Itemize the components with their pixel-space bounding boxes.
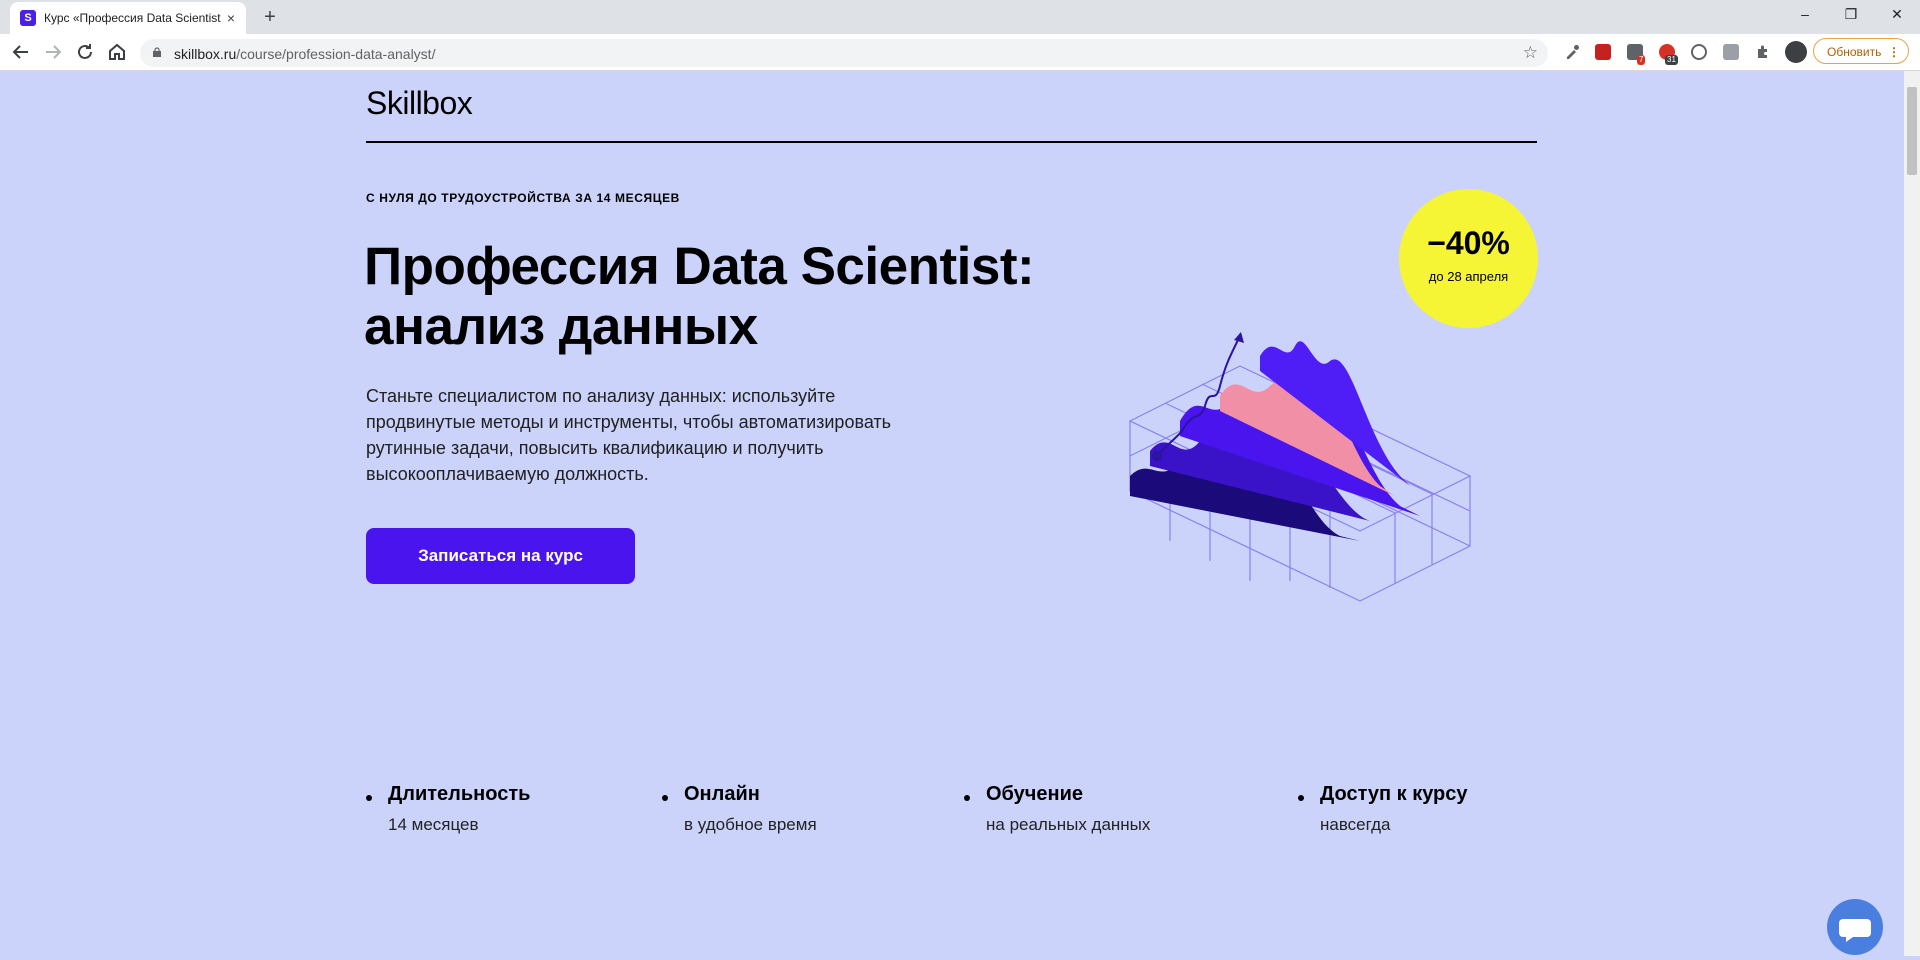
- forward-arrow-icon[interactable]: [41, 40, 65, 64]
- back-arrow-icon[interactable]: [9, 40, 33, 64]
- lock-icon: [153, 47, 161, 57]
- tab-title: Курс «Профессия Data Scientist: [44, 11, 221, 25]
- url-text: skillbox.ru/course/profession-data-analy…: [174, 46, 435, 62]
- skillbox-favicon-icon: S: [20, 10, 36, 26]
- profile-avatar[interactable]: [1785, 41, 1807, 63]
- menu-dots-icon[interactable]: ⋮: [1888, 39, 1900, 65]
- bullet-icon: [366, 795, 372, 801]
- update-label: Обновить: [1827, 45, 1882, 59]
- feature-title: Доступ к курсу: [1320, 783, 1468, 805]
- hero-illustration: [1128, 332, 1472, 602]
- bullet-icon: [1298, 795, 1304, 801]
- new-tab-button[interactable]: +: [259, 6, 281, 28]
- bookmark-star-icon[interactable]: ☆: [1523, 43, 1538, 63]
- course-features: Длительность 14 месяцев Онлайн в удобное…: [366, 783, 1537, 853]
- course-description: Станьте специалистом по анализу данных: …: [366, 386, 892, 484]
- pdf-icon[interactable]: [1595, 44, 1611, 60]
- url-path: /course/profession-data-analyst/: [236, 46, 436, 62]
- home-icon[interactable]: [105, 40, 129, 64]
- image-extension-icon[interactable]: [1723, 44, 1739, 60]
- browser-toolbar: skillbox.ru/course/profession-data-analy…: [0, 34, 1920, 71]
- minimize-button[interactable]: –: [1782, 0, 1828, 30]
- feature-subtitle: в удобное время: [684, 815, 817, 834]
- notification-badge: 31: [1665, 55, 1678, 65]
- discount-value: −40%: [1427, 225, 1510, 261]
- discount-badge: −40% до 28 апреля: [1399, 189, 1538, 328]
- address-bar[interactable]: skillbox.ru/course/profession-data-analy…: [140, 39, 1548, 67]
- restore-button[interactable]: ❐: [1828, 0, 1874, 30]
- feature-subtitle: навсегда: [1320, 815, 1391, 834]
- course-kicker: С НУЛЯ ДО ТРУДОУСТРОЙСТВА ЗА 14 МЕСЯЦЕВ: [366, 191, 680, 205]
- close-window-button[interactable]: ✕: [1874, 0, 1920, 30]
- header-divider: [366, 141, 1537, 143]
- scrollbar-thumb[interactable]: [1907, 87, 1917, 175]
- page-content: Skillbox С НУЛЯ ДО ТРУДОУСТРОЙСТВА ЗА 14…: [0, 71, 1904, 956]
- close-tab-icon[interactable]: ×: [222, 9, 240, 27]
- reload-icon[interactable]: [73, 40, 97, 64]
- discount-deadline: до 28 апреля: [1428, 269, 1509, 284]
- url-domain: skillbox.ru: [174, 46, 237, 62]
- browser-tab[interactable]: S Курс «Профессия Data Scientist ×: [10, 2, 246, 34]
- feature-subtitle: на реальных данных: [986, 815, 1151, 834]
- feature-title: Онлайн: [684, 783, 760, 805]
- feature-subtitle: 14 месяцев: [388, 815, 479, 834]
- tab-strip: S Курс «Профессия Data Scientist × + – ❐…: [0, 0, 1920, 34]
- puzzle-icon[interactable]: [1755, 44, 1771, 60]
- bullet-icon: [964, 795, 970, 801]
- calendar-badge: 7: [1637, 55, 1646, 65]
- page-scrollbar[interactable]: [1904, 71, 1920, 956]
- feature-title: Обучение: [986, 783, 1084, 805]
- feature-title: Длительность: [388, 783, 531, 805]
- eyedropper-icon[interactable]: [1564, 44, 1580, 60]
- skillbox-logo[interactable]: Skillbox: [366, 85, 473, 122]
- page-title: Профессия Data Scientist: анализ данных: [364, 237, 1035, 356]
- chat-widget-button[interactable]: [1827, 899, 1883, 955]
- enroll-button[interactable]: Записаться на курс: [366, 528, 635, 584]
- circle-extension-icon[interactable]: [1691, 44, 1707, 60]
- chat-bubble-icon: [1839, 919, 1871, 942]
- update-button[interactable]: Обновить ⋮: [1813, 38, 1909, 64]
- bullet-icon: [662, 795, 668, 801]
